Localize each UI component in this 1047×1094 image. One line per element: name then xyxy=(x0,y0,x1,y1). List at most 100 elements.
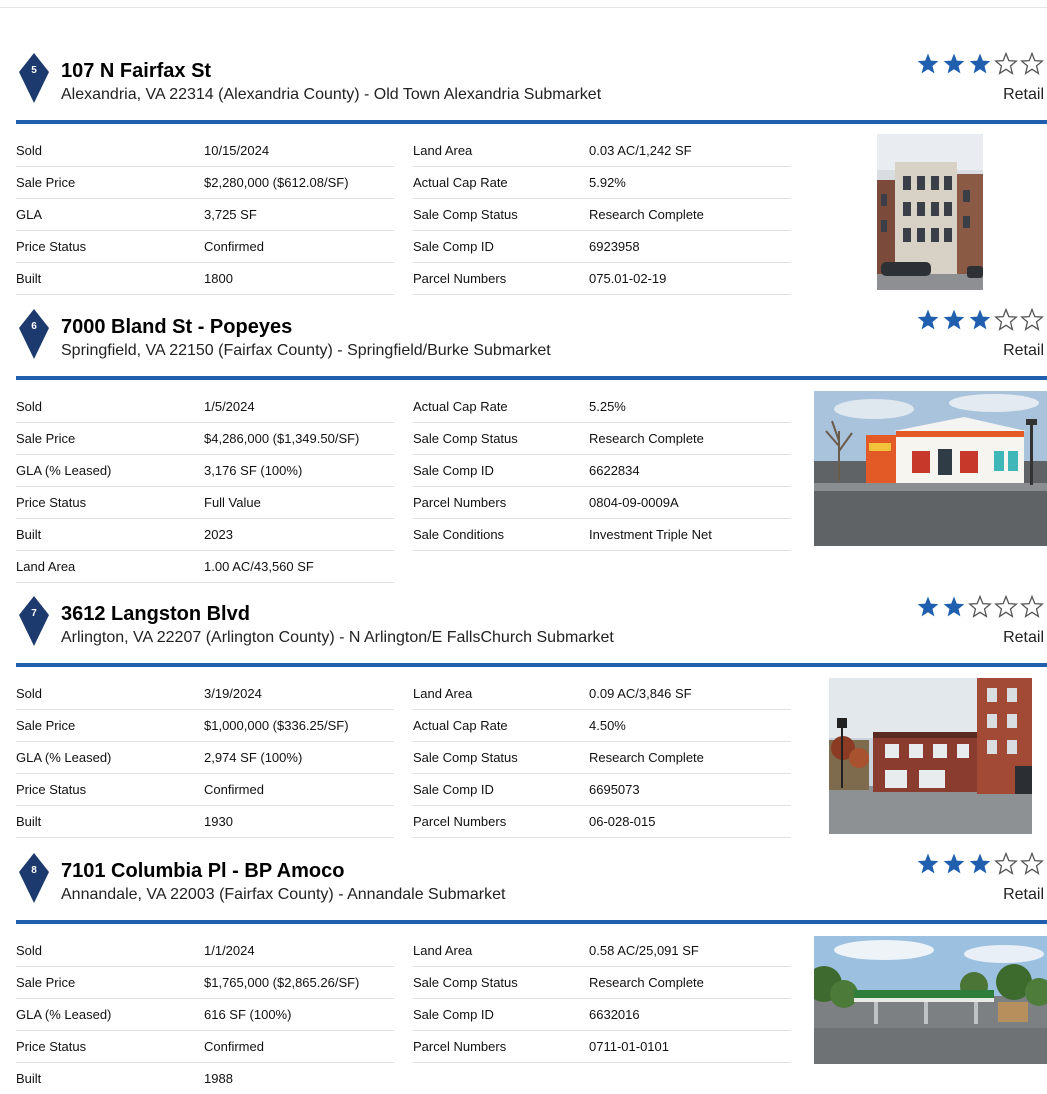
table-row: Price Status Confirmed xyxy=(16,774,394,806)
field-label: Land Area xyxy=(413,943,473,958)
star-empty-icon xyxy=(994,52,1018,75)
property-address: Alexandria, VA 22314 (Alexandria County)… xyxy=(61,86,602,103)
star-empty-icon xyxy=(1020,52,1044,75)
table-row: Price Status Confirmed xyxy=(16,1031,394,1063)
field-value: 6632016 xyxy=(589,1007,640,1022)
star-filled-icon xyxy=(943,309,965,330)
field-value: 10/15/2024 xyxy=(204,143,270,158)
field-label: Sale Price xyxy=(16,431,76,446)
field-label: Sale Comp Status xyxy=(413,207,518,222)
section-divider xyxy=(16,920,1047,924)
page-top-rule xyxy=(0,7,1047,8)
table-row: Parcel Numbers 0804-09-0009A xyxy=(413,487,791,519)
field-value: Research Complete xyxy=(589,207,704,222)
star-rating xyxy=(916,595,1044,619)
field-label: Actual Cap Rate xyxy=(413,399,508,414)
star-filled-icon xyxy=(969,853,991,874)
property-title[interactable]: 7000 Bland St - Popeyes xyxy=(61,316,292,339)
table-row: GLA (% Leased) 3,176 SF (100%) xyxy=(16,455,394,487)
property-title[interactable]: 7101 Columbia Pl - BP Amoco xyxy=(61,860,344,883)
field-label: Sale Price xyxy=(16,975,76,990)
table-row: Sale Comp ID 6632016 xyxy=(413,999,791,1031)
star-filled-icon xyxy=(917,596,939,617)
field-label: Sold xyxy=(16,686,43,701)
table-row: Land Area 0.09 AC/3,846 SF xyxy=(413,678,791,710)
property-photo[interactable] xyxy=(877,134,983,290)
field-label: Sale Price xyxy=(16,175,76,190)
field-value: 2,974 SF (100%) xyxy=(204,750,303,765)
property-photo[interactable] xyxy=(829,678,1032,834)
field-value: 3,176 SF (100%) xyxy=(204,463,303,478)
field-value: 6622834 xyxy=(589,463,640,478)
property-type: Retail xyxy=(1003,629,1044,646)
field-value: 1.00 AC/43,560 SF xyxy=(204,559,314,574)
field-value: Full Value xyxy=(204,495,261,510)
star-empty-icon xyxy=(1020,308,1044,331)
star-empty-icon xyxy=(968,595,992,618)
marker-number: 7 xyxy=(31,608,37,619)
details-table-left: Sold 1/1/2024 Sale Price $1,765,000 ($2,86… xyxy=(16,935,394,1094)
property-title[interactable]: 3612 Langston Blvd xyxy=(61,603,250,626)
table-row: Sold 3/19/2024 xyxy=(16,678,394,710)
details-table-right: Actual Cap Rate 5.25% Sale Comp Status Res… xyxy=(413,391,791,551)
field-value: 5.25% xyxy=(589,399,626,414)
property-photo[interactable] xyxy=(814,391,1047,546)
property-photo[interactable] xyxy=(814,936,1047,1064)
table-row: Built 1988 xyxy=(16,1063,394,1094)
table-row: Actual Cap Rate 5.25% xyxy=(413,391,791,423)
field-value: 6695073 xyxy=(589,782,640,797)
details-table-right: Land Area 0.09 AC/3,846 SF Actual Cap Rat… xyxy=(413,678,791,838)
field-value: 0.58 AC/25,091 SF xyxy=(589,943,699,958)
field-label: Price Status xyxy=(16,1039,87,1054)
field-value: $1,765,000 ($2,865.26/SF) xyxy=(204,975,360,990)
field-value: 6923958 xyxy=(589,239,640,254)
property-type: Retail xyxy=(1003,886,1044,903)
field-value: 1930 xyxy=(204,814,233,829)
map-marker-icon: 6 xyxy=(18,308,50,360)
property-address: Arlington, VA 22207 (Arlington County) -… xyxy=(61,629,614,646)
field-label: GLA (% Leased) xyxy=(16,463,112,478)
property-title[interactable]: 107 N Fairfax St xyxy=(61,60,211,83)
field-value: Research Complete xyxy=(589,975,704,990)
field-value: 2023 xyxy=(204,527,233,542)
field-label: Sale Comp ID xyxy=(413,782,494,797)
field-label: Parcel Numbers xyxy=(413,271,507,286)
field-label: Sold xyxy=(16,143,43,158)
details-table-left: Sold 3/19/2024 Sale Price $1,000,000 ($336… xyxy=(16,678,394,838)
field-label: Land Area xyxy=(16,559,76,574)
field-label: Sale Comp Status xyxy=(413,750,518,765)
field-label: Sale Comp ID xyxy=(413,239,494,254)
field-label: Price Status xyxy=(16,239,87,254)
star-empty-icon xyxy=(994,852,1018,875)
table-row: Sale Price $2,280,000 ($612.08/SF) xyxy=(16,167,394,199)
star-empty-icon xyxy=(1020,595,1044,618)
field-label: Sale Comp ID xyxy=(413,463,494,478)
field-label: Built xyxy=(16,1071,42,1086)
field-label: Actual Cap Rate xyxy=(413,175,508,190)
field-value: 3/19/2024 xyxy=(204,686,262,701)
field-value: Confirmed xyxy=(204,1039,264,1054)
marker-number: 6 xyxy=(31,321,37,332)
field-label: Sale Comp Status xyxy=(413,431,518,446)
table-row: Land Area 0.03 AC/1,242 SF xyxy=(413,135,791,167)
table-row: GLA (% Leased) 2,974 SF (100%) xyxy=(16,742,394,774)
table-row: Parcel Numbers 0711-01-0101 xyxy=(413,1031,791,1063)
field-label: Built xyxy=(16,271,42,286)
star-empty-icon xyxy=(994,595,1018,618)
star-filled-icon xyxy=(917,853,939,874)
star-filled-icon xyxy=(969,53,991,74)
star-filled-icon xyxy=(943,853,965,874)
table-row: Built 1930 xyxy=(16,806,394,838)
marker-number: 5 xyxy=(31,65,37,76)
field-label: Land Area xyxy=(413,143,473,158)
table-row: Sold 1/1/2024 xyxy=(16,935,394,967)
star-filled-icon xyxy=(917,53,939,74)
star-filled-icon xyxy=(943,53,965,74)
field-value: Research Complete xyxy=(589,750,704,765)
table-row: Sale Price $1,000,000 ($336.25/SF) xyxy=(16,710,394,742)
details-table-right: Land Area 0.03 AC/1,242 SF Actual Cap Rat… xyxy=(413,135,791,295)
table-row: Sale Price $4,286,000 ($1,349.50/SF) xyxy=(16,423,394,455)
table-row: Sold 10/15/2024 xyxy=(16,135,394,167)
field-value: 616 SF (100%) xyxy=(204,1007,292,1022)
field-label: Parcel Numbers xyxy=(413,495,507,510)
